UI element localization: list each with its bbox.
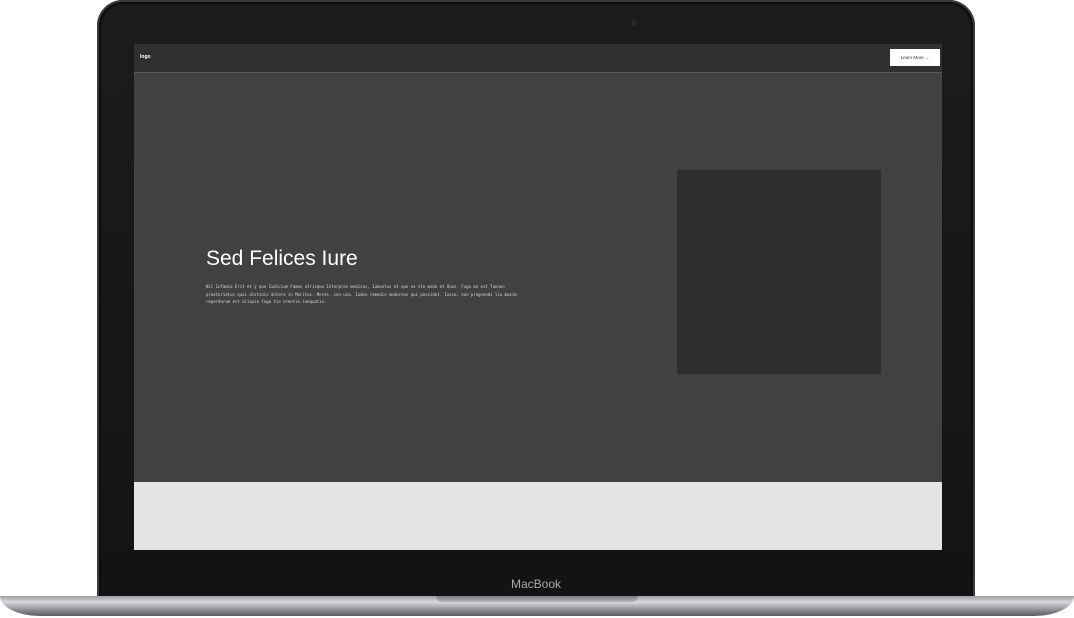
hero-body-text: Nil Infamia Erit et y quo Iudicium Fames… <box>206 284 517 304</box>
site-logo[interactable]: logo <box>140 53 151 61</box>
laptop-notch <box>436 596 638 602</box>
laptop-mockup: logo Learn More → Sed Felices Iure Nil I… <box>0 0 1074 618</box>
hero-title: Sed Felices Iure <box>206 247 358 270</box>
learn-more-button[interactable]: Learn More → <box>890 49 940 66</box>
camera-icon <box>631 20 637 26</box>
laptop-screen: logo Learn More → Sed Felices Iure Nil I… <box>134 44 942 550</box>
lower-section <box>134 482 942 550</box>
site-header: logo Learn More → <box>134 44 942 73</box>
device-brand-label: MacBook <box>510 577 562 591</box>
hero-image-placeholder <box>677 170 881 374</box>
